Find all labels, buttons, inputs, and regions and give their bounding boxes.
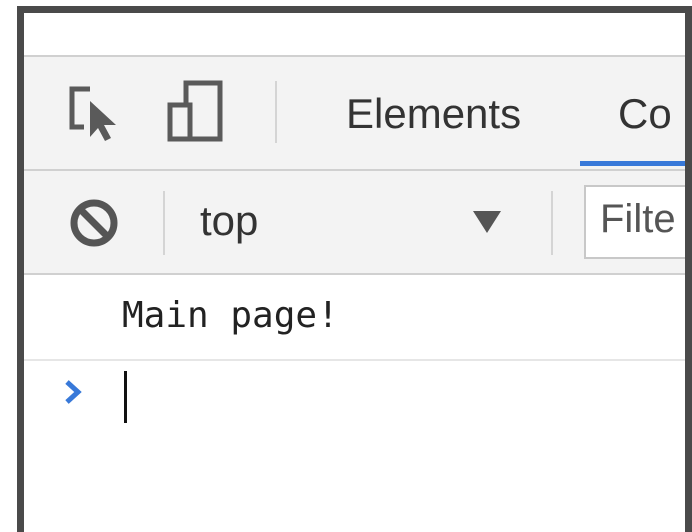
tab-elements[interactable]: Elements — [346, 90, 521, 138]
devtools-panel: Elements Co top Main page! — [24, 13, 685, 532]
device-toolbar-icon[interactable] — [164, 79, 226, 143]
context-selector[interactable]: top — [200, 197, 258, 245]
toolbar-divider — [163, 191, 165, 255]
devtools-frame: Elements Co top Main page! — [17, 6, 692, 532]
tab-console[interactable]: Co — [618, 90, 672, 138]
tab-toolbar: Elements Co — [24, 57, 685, 171]
active-tab-indicator — [580, 161, 685, 166]
filter-field[interactable] — [584, 185, 685, 259]
console-toolbar: top — [24, 171, 685, 275]
toolbar-divider — [275, 81, 277, 143]
console-message-text: Main page! — [122, 295, 339, 336]
clear-console-icon[interactable] — [68, 197, 120, 249]
filter-input[interactable] — [600, 197, 685, 242]
chevron-right-icon — [62, 377, 84, 407]
inspect-element-icon[interactable] — [64, 79, 126, 143]
toolbar-divider — [551, 191, 553, 255]
text-caret — [124, 371, 127, 423]
dropdown-arrow-icon[interactable] — [473, 211, 501, 233]
console-prompt[interactable] — [24, 361, 685, 431]
console-message: Main page! — [24, 275, 685, 361]
title-strip — [24, 13, 685, 57]
